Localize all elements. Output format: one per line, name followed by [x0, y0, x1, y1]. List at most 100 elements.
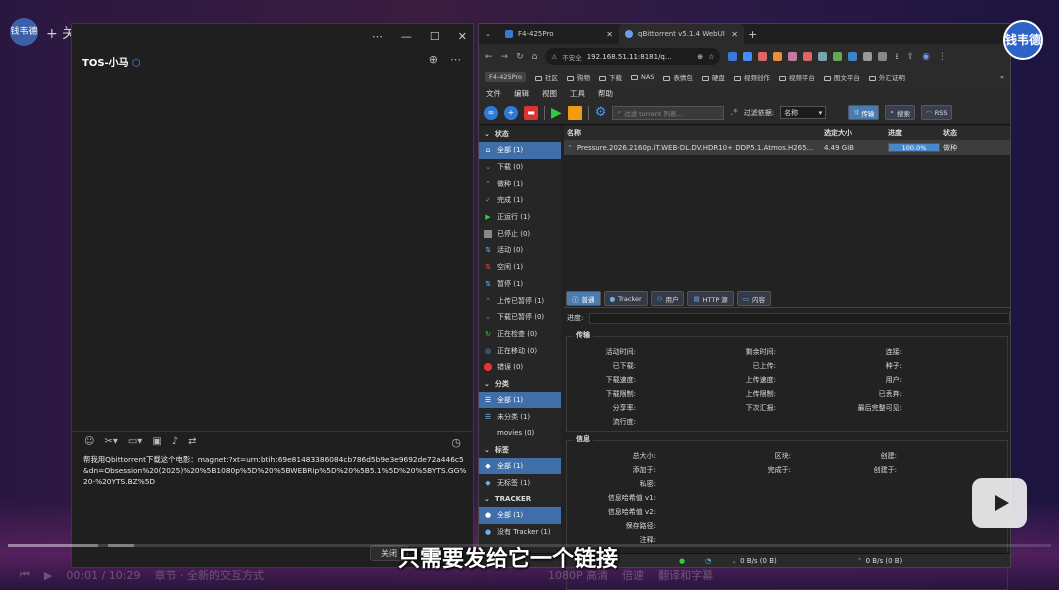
extension-icon[interactable] [743, 52, 753, 61]
tab-f4[interactable]: F4-425Pro ✕ [499, 24, 619, 44]
tab-peers[interactable]: ⚇ 用户 [650, 291, 685, 306]
extension-icon[interactable] [788, 52, 798, 61]
status-download-paused[interactable]: ⌄ 下载已暂停 (0) [479, 309, 561, 326]
menu-view[interactable]: 视图 [542, 88, 557, 99]
subtitle-button[interactable]: 翻译和字幕 [658, 567, 713, 583]
column-status[interactable]: 状态 [943, 128, 1010, 138]
image-icon[interactable]: ▣ [152, 436, 161, 447]
tag-all[interactable]: ◆ 全部 (1) [479, 457, 561, 475]
transfer-button[interactable]: ⤨ 传输 [848, 105, 880, 120]
add-link-icon[interactable]: ∞ [484, 105, 498, 120]
reload-icon[interactable]: ↻ [516, 52, 524, 62]
close-tab-icon[interactable]: ✕ [606, 30, 613, 39]
stop-icon[interactable] [567, 105, 582, 120]
back-icon[interactable]: ← [485, 52, 493, 62]
folder-icon[interactable]: ▭▾ [128, 436, 142, 447]
filter-by-select[interactable]: 名称 ▾ [780, 106, 827, 119]
table-row[interactable]: ⌃ Pressure.2026.2160p.iT.WEB-DL.DV.HDR10+… [564, 140, 1010, 155]
more-options-icon[interactable]: ⋯ [450, 53, 461, 66]
star-icon[interactable]: ☆ [708, 53, 714, 61]
rss-button[interactable]: ◠ RSS [921, 105, 953, 120]
extension-icon[interactable] [758, 52, 768, 61]
emoji-icon[interactable]: ☺ [84, 436, 94, 447]
close-tab-icon[interactable]: ✕ [731, 30, 738, 39]
tab-general[interactable]: ⓘ 普通 [566, 291, 601, 306]
status-error[interactable]: 错误 (0) [479, 359, 561, 376]
search-button[interactable]: ⌕ 搜索 [885, 105, 916, 120]
message-input[interactable]: 帮我用Qbittorrent下载这个电影：magnet:?xt=urn:btih… [83, 454, 468, 487]
tracker-none[interactable]: ● 没有 Tracker (1) [479, 524, 561, 541]
column-size[interactable]: 选定大小 [824, 128, 888, 138]
play-icon[interactable]: ▶ [44, 569, 52, 582]
bookmark-item[interactable]: 视频创作 [733, 72, 770, 82]
status-stopped[interactable]: 已停止 (0) [479, 225, 561, 242]
regex-icon[interactable]: .* [730, 108, 737, 118]
download-icon[interactable]: ⭳ [895, 49, 898, 65]
forward-icon[interactable]: → [501, 52, 509, 62]
extension-icon[interactable] [773, 52, 783, 61]
bookmark-item[interactable]: 图文平台 [823, 72, 860, 82]
tracker-all[interactable]: ● 全部 (1) [479, 507, 561, 524]
chapter-label[interactable]: 章节 · 全新的交互方式 [154, 567, 264, 583]
settings-gear-icon[interactable]: ⚙ [595, 105, 607, 120]
uploader-avatar[interactable]: 钱韦德 [10, 18, 38, 46]
tags-header[interactable]: ⌄ 标签 [479, 442, 561, 458]
history-icon[interactable]: ◷ [451, 436, 461, 449]
home-icon[interactable]: ⌂ [532, 52, 538, 62]
share-icon[interactable]: ⇪ [907, 52, 915, 62]
extension-icon[interactable] [833, 52, 843, 61]
bookmark-item[interactable]: 外汇证明 [868, 72, 905, 82]
status-seeding[interactable]: ⌃ 做种 (1) [479, 175, 561, 192]
status-completed[interactable]: ✓ 完成 (1) [479, 192, 561, 209]
status-active[interactable]: ⇅ 活动 (0) [479, 242, 561, 259]
category-movies[interactable]: movies (0) [479, 425, 561, 442]
maximize-icon[interactable]: ☐ [430, 30, 440, 43]
bookmark-item[interactable]: NAS [630, 73, 654, 81]
browser-menu-icon[interactable]: ⋮ [938, 52, 947, 62]
prev-icon[interactable]: ⏮ [20, 568, 30, 582]
delete-icon[interactable]: ▬ [524, 105, 538, 120]
url-field[interactable]: ⚠ 不安全 192.168.51.11:8181/q... ⊕ ☆ [545, 48, 721, 65]
translate-icon[interactable]: ⇄ [188, 436, 196, 447]
menu-help[interactable]: 帮助 [598, 88, 613, 99]
zoom-icon[interactable]: ⊕ [697, 53, 703, 61]
play-overlay-icon[interactable] [972, 478, 1027, 528]
profile-icon[interactable]: ◉ [922, 52, 930, 62]
category-header[interactable]: ⌄ 分类 [479, 376, 561, 392]
tab-content[interactable]: ▭ 内容 [736, 291, 771, 306]
bookmark-item[interactable]: 购物 [566, 72, 590, 82]
status-running[interactable]: ▶ 正运行 (1) [479, 209, 561, 226]
new-tab-icon[interactable]: + [744, 28, 757, 41]
status-checking[interactable]: ↻ 正在检查 (0) [479, 326, 561, 343]
tab-tracker[interactable]: ● Tracker [603, 291, 648, 306]
menu-file[interactable]: 文件 [486, 88, 501, 99]
more-icon[interactable]: ⋯ [372, 30, 383, 43]
tracker-header[interactable]: ⌄ TRACKER [479, 491, 561, 507]
mic-icon[interactable]: ♪ [172, 436, 178, 447]
extension-icon[interactable] [848, 52, 858, 61]
bookmark-f4[interactable]: F4-425Pro [485, 72, 526, 82]
bookmark-item[interactable]: 表情包 [663, 72, 693, 82]
start-icon[interactable]: ▶ [551, 105, 562, 121]
status-inactive[interactable]: ⇅ 空闲 (1) [479, 259, 561, 276]
menu-edit[interactable]: 编辑 [514, 88, 529, 99]
extension-icon[interactable] [818, 52, 828, 61]
extensions-menu-icon[interactable] [878, 52, 888, 61]
add-torrent-icon[interactable]: + [504, 105, 518, 120]
column-name[interactable]: 名称 [564, 128, 824, 138]
bookmark-item[interactable]: 硬盘 [701, 72, 725, 82]
add-icon[interactable]: ⊕ [429, 53, 438, 66]
extension-icon[interactable] [728, 52, 738, 61]
menu-tools[interactable]: 工具 [570, 88, 585, 99]
bookmark-item[interactable]: 社区 [534, 72, 558, 82]
more-bookmarks-icon[interactable]: » [1000, 73, 1004, 81]
minimize-icon[interactable]: — [401, 30, 412, 43]
extension-icon[interactable] [863, 52, 873, 61]
tag-untagged[interactable]: ◆ 无标签 (1) [479, 474, 561, 491]
column-progress[interactable]: 进度 [888, 128, 943, 138]
status-downloading[interactable]: ⌄ 下载 (0) [479, 159, 561, 176]
close-icon[interactable]: ✕ [458, 30, 467, 43]
category-all[interactable]: ☰ 全部 (1) [479, 391, 561, 409]
status-header[interactable]: ⌄ 状态 [479, 126, 561, 142]
extension-icon[interactable] [803, 52, 813, 61]
